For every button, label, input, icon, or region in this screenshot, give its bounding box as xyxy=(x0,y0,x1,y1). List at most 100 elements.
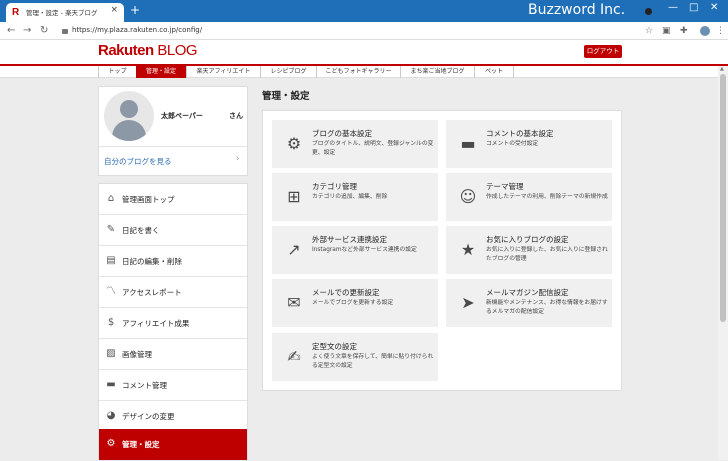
tile-comment-basic-settings[interactable]: ▬ コメントの基本設定 コメントの受付設定 xyxy=(446,120,612,168)
screenshot-icon[interactable]: ▣ xyxy=(662,25,671,37)
tile-blog-basic-settings[interactable]: ⚙ ブログの基本設定 ブログのタイトル、説明文、登録ジャンルの変更、設定 xyxy=(272,120,438,168)
menu-item-write-diary[interactable]: ✎ 日記を書く xyxy=(99,215,247,246)
subnav-item-pet[interactable]: ペット xyxy=(474,66,514,78)
menu-label: アクセスレポート xyxy=(122,288,182,297)
close-window-button[interactable]: ✕ xyxy=(710,2,718,13)
tab-close-icon[interactable]: × xyxy=(110,5,118,15)
logout-button[interactable]: ログアウト xyxy=(584,45,622,58)
tile-desc: お気に入りに登録した、お気に入りに登録されたブログの管理 xyxy=(486,247,608,262)
new-tab-button[interactable]: + xyxy=(130,3,140,17)
tile-mail-update[interactable]: ✉ メールでの更新設定 メールでブログを更新する設定 xyxy=(272,279,438,327)
tile-favorite-blogs[interactable]: ★ お気に入りブログの設定 お気に入りに登録した、お気に入りに登録されたブログの… xyxy=(446,226,612,274)
address-bar[interactable]: https://my.plaza.rakuten.co.jp/config/ xyxy=(72,26,202,34)
tile-desc: よく使う文章を保存して、簡単に貼り付けられる定型文の設定 xyxy=(312,354,434,369)
menu-item-settings[interactable]: ⚙ 管理・設定 xyxy=(99,429,247,461)
paper-plane-icon: ➤ xyxy=(461,293,475,312)
menu-item-admin-top[interactable]: ⌂ 管理画面トップ xyxy=(99,184,247,215)
menu-item-design-change[interactable]: ◕ デザインの変更 xyxy=(99,401,247,432)
tile-title: コメントの基本設定 xyxy=(486,129,554,138)
menu-label: 日記の編集・削除 xyxy=(122,257,182,266)
bookmark-star-icon[interactable]: ☆ xyxy=(645,25,653,37)
menu-item-edit-diary[interactable]: ▤ 日記の編集・削除 xyxy=(99,246,247,277)
tile-desc: カテゴリの追加、編集、削除 xyxy=(312,194,388,200)
tile-mail-magazine[interactable]: ➤ メールマガジン配信設定 新機能やメンテナンス、お得な情報をお届けするメルマガ… xyxy=(446,279,612,327)
profile-card: 太郎ペーパー さん 自分のブログを見る › xyxy=(98,86,248,176)
subnav-item-settings[interactable]: 管理・設定 xyxy=(136,66,186,78)
tile-title: 定型文の設定 xyxy=(312,342,357,351)
gear-icon: ⚙ xyxy=(286,134,302,153)
tile-theme-manager[interactable]: ☺ テーマ管理 作成したテーマの利用、削除テーマの新規作成 xyxy=(446,173,612,221)
avatar-body-icon xyxy=(112,120,146,141)
star-icon: ★ xyxy=(460,240,476,259)
pencil-icon: ✎ xyxy=(106,224,116,235)
gear-icon: ⚙ xyxy=(106,438,116,449)
scroll-up-icon[interactable]: ▲ xyxy=(720,66,724,72)
document-icon: ▤ xyxy=(106,255,116,266)
menu-label: デザインの変更 xyxy=(122,412,175,421)
settings-panel: ⚙ ブログの基本設定 ブログのタイトル、説明文、登録ジャンルの変更、設定 ▬ コ… xyxy=(262,110,622,391)
tile-desc: Instagramなど外部サービス連携の設定 xyxy=(312,247,417,253)
tile-title: 外部サービス連携設定 xyxy=(312,235,387,244)
image-icon: ▨ xyxy=(106,348,116,359)
logo-main: Rakuten xyxy=(98,42,154,59)
subnav-item-affiliate[interactable]: 楽天アフィリエイト xyxy=(186,66,260,78)
tile-category-manager[interactable]: ⊞ カテゴリ管理 カテゴリの追加、編集、削除 xyxy=(272,173,438,221)
browser-toolbar: ← → ↻ https://my.plaza.rakuten.co.jp/con… xyxy=(0,22,728,40)
extensions-icon[interactable]: ✚ xyxy=(680,25,688,37)
subnav-item-kids-photo[interactable]: こどもフォトギャラリー xyxy=(316,66,400,78)
tile-title: ブログの基本設定 xyxy=(312,129,372,138)
tile-external-service[interactable]: ↗ 外部サービス連携設定 Instagramなど外部サービス連携の設定 xyxy=(272,226,438,274)
sub-navigation: トップ 管理・設定 楽天アフィリエイト レシピブログ こどもフォトギャラリー ま… xyxy=(0,66,728,78)
trend-chart-icon: 〽 xyxy=(106,286,116,297)
rakuten-favicon-icon: R xyxy=(12,7,20,18)
menu-label: 管理・設定 xyxy=(122,440,160,449)
browser-titlebar: R 管理・設定 - 楽天ブログ × + Buzzword Inc. — □ ✕ xyxy=(0,0,728,22)
site-header: Rakuten BLOG ログアウト xyxy=(0,40,728,64)
menu-label: コメント管理 xyxy=(122,381,167,390)
users-icon: ☺ xyxy=(459,187,477,206)
menu-item-access-report[interactable]: 〽 アクセスレポート xyxy=(99,277,247,308)
forward-arrow-icon[interactable]: → xyxy=(23,25,31,37)
subnav-item-recipe[interactable]: レシピブログ xyxy=(260,66,316,78)
watermark-text: Buzzword Inc. xyxy=(528,2,626,18)
avatar xyxy=(104,91,154,141)
logo-sub: BLOG xyxy=(157,42,198,59)
profile-suffix: さん xyxy=(229,112,243,120)
tile-desc: 新機能やメンテナンス、お得な情報をお届けするメルマガの配信設定 xyxy=(486,300,608,315)
chevron-right-icon[interactable]: › xyxy=(236,154,240,164)
subnav-item-local-blog[interactable]: まち楽ご当地ブログ xyxy=(400,66,474,78)
tile-desc: コメントの受付設定 xyxy=(486,141,539,147)
menu-kebab-icon[interactable]: ⋮ xyxy=(716,25,725,37)
view-my-blog-link[interactable]: 自分のブログを見る xyxy=(104,156,172,167)
page-scrollbar[interactable]: ▲ xyxy=(718,66,728,460)
browser-tab[interactable]: R 管理・設定 - 楽天ブログ × xyxy=(6,3,124,22)
profile-avatar-icon[interactable] xyxy=(700,26,710,36)
back-arrow-icon[interactable]: ← xyxy=(7,25,15,37)
tile-title: テーマ管理 xyxy=(486,182,524,191)
money-bag-icon: $ xyxy=(107,317,115,328)
minimize-button[interactable]: — xyxy=(668,2,678,13)
home-icon: ⌂ xyxy=(107,193,115,204)
subnav-item-top[interactable]: トップ xyxy=(98,66,136,78)
tile-title: カテゴリ管理 xyxy=(312,182,357,191)
tile-title: メールマガジン配信設定 xyxy=(486,288,569,297)
hierarchy-icon: ⊞ xyxy=(287,187,301,206)
maximize-button[interactable]: □ xyxy=(689,2,698,13)
menu-item-image-manager[interactable]: ▨ 画像管理 xyxy=(99,339,247,370)
rakuten-blog-logo[interactable]: Rakuten BLOG xyxy=(98,42,198,59)
comment-icon: ▬ xyxy=(460,134,476,153)
share-icon: ↗ xyxy=(287,240,301,259)
tile-title: メールでの更新設定 xyxy=(312,288,380,297)
tile-template-text[interactable]: ✍ 定型文の設定 よく使う文章を保存して、簡単に貼り付けられる定型文の設定 xyxy=(272,333,438,381)
menu-item-affiliate-results[interactable]: $ アフィリエイト成果 xyxy=(99,308,247,339)
lock-icon xyxy=(62,27,68,34)
record-dot-icon xyxy=(645,8,652,15)
reload-icon[interactable]: ↻ xyxy=(40,25,48,37)
tile-desc: 作成したテーマの利用、削除テーマの新規作成 xyxy=(486,194,608,200)
menu-item-comment-manager[interactable]: ▬ コメント管理 xyxy=(99,370,247,401)
menu-label: 画像管理 xyxy=(122,350,152,359)
edit-document-icon: ✍ xyxy=(287,347,301,366)
scroll-thumb[interactable] xyxy=(720,74,726,322)
menu-label: アフィリエイト成果 xyxy=(122,319,190,328)
menu-label: 日記を書く xyxy=(122,226,160,235)
